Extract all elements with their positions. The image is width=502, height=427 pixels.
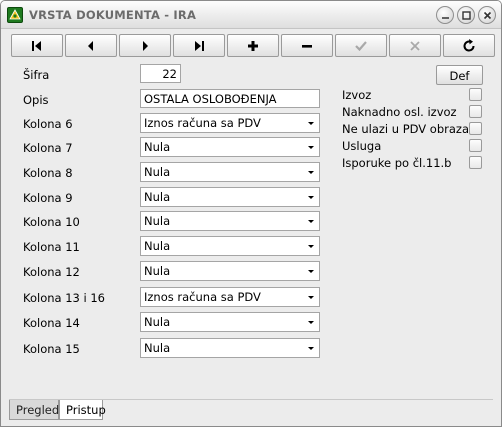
kolona-select[interactable]: Iznos računa sa PDV: [140, 287, 320, 307]
minus-icon: [302, 44, 312, 48]
chevron-down-icon[interactable]: [303, 313, 319, 331]
chevron-down-icon[interactable]: [303, 262, 319, 280]
izvoz-label: Izvoz: [342, 88, 372, 102]
opis-label: Opis: [23, 93, 49, 107]
kolona-label: Kolona 9: [23, 191, 73, 205]
kolona-label: Kolona 14: [23, 316, 80, 330]
kolona-label: Kolona 7: [23, 141, 73, 155]
delete-record-button[interactable]: [281, 34, 333, 57]
close-icon: [483, 11, 492, 20]
kolona-select[interactable]: Nula: [140, 312, 320, 332]
first-record-button[interactable]: [11, 34, 63, 57]
kolona-select-value: Nula: [144, 239, 171, 253]
minimize-icon: [442, 17, 449, 19]
tab-pregled[interactable]: Pregled: [9, 400, 59, 420]
cancel-button[interactable]: [389, 34, 441, 57]
naknadno-izvoz-label: Naknadno osl. izvoz: [342, 105, 457, 119]
navigation-toolbar: [11, 34, 495, 58]
refresh-button[interactable]: [443, 34, 495, 57]
kolona-select[interactable]: Nula: [140, 187, 320, 207]
sifra-label: Šifra: [23, 68, 50, 82]
sifra-input[interactable]: 22: [140, 64, 181, 83]
add-record-button[interactable]: [227, 34, 279, 57]
kolona-label: Kolona 15: [23, 342, 80, 356]
last-icon: [195, 40, 204, 51]
close-button[interactable]: [478, 6, 496, 24]
refresh-icon: [463, 38, 475, 52]
chevron-down-icon[interactable]: [303, 114, 319, 132]
previous-icon: [88, 40, 93, 51]
kolona-select[interactable]: Nula: [140, 162, 320, 182]
panel-divider: [9, 377, 493, 400]
kolona-select-value: Nula: [144, 140, 171, 154]
def-button[interactable]: Def: [436, 65, 483, 85]
kolona-select[interactable]: Nula: [140, 236, 320, 256]
x-icon: [410, 40, 420, 51]
chevron-down-icon[interactable]: [303, 288, 319, 306]
isporuke-label: Isporuke po čl.11.b: [342, 156, 452, 170]
kolona-select[interactable]: Nula: [140, 261, 320, 281]
window-title: VRSTA DOKUMENTA - IRA: [29, 8, 197, 22]
kolona-select[interactable]: Nula: [140, 137, 320, 157]
check-icon: [355, 40, 367, 51]
kolona-select-value: Nula: [144, 165, 171, 179]
izvoz-checkbox[interactable]: [469, 88, 482, 101]
usluga-checkbox[interactable]: [469, 139, 482, 152]
kolona-select-value: Nula: [144, 315, 171, 329]
next-icon: [143, 40, 148, 51]
kolona-select-value: Nula: [144, 264, 171, 278]
kolona-select[interactable]: Iznos računa sa PDV: [140, 113, 320, 133]
ne-ulazi-pdv-checkbox[interactable]: [469, 122, 482, 135]
kolona-select-value: Iznos računa sa PDV: [144, 290, 261, 304]
maximize-button[interactable]: [457, 6, 475, 24]
chevron-down-icon[interactable]: [303, 138, 319, 156]
maximize-icon: [462, 11, 471, 20]
title-bar[interactable]: VRSTA DOKUMENTA - IRA: [1, 1, 501, 29]
kolona-select[interactable]: Nula: [140, 338, 320, 358]
chevron-down-icon[interactable]: [303, 188, 319, 206]
isporuke-checkbox[interactable]: [469, 156, 482, 169]
chevron-down-icon[interactable]: [303, 237, 319, 255]
plus-icon: [248, 40, 258, 51]
opis-input[interactable]: OSTALA OSLOBOĐENJA: [140, 89, 320, 108]
kolona-select-value: Nula: [144, 341, 171, 355]
next-record-button[interactable]: [119, 34, 171, 57]
chevron-down-icon[interactable]: [303, 212, 319, 230]
app-logo-icon: [7, 7, 23, 23]
chevron-down-icon[interactable]: [303, 339, 319, 357]
kolona-select-value: Nula: [144, 214, 171, 228]
minimize-button[interactable]: [436, 6, 454, 24]
kolona-label: Kolona 8: [23, 166, 73, 180]
kolona-select-value: Nula: [144, 190, 171, 204]
previous-record-button[interactable]: [65, 34, 117, 57]
tab-pristup[interactable]: Pristup: [59, 400, 106, 420]
kolona-label: Kolona 13 i 16: [23, 291, 105, 305]
first-icon: [32, 40, 41, 51]
window: VRSTA DOKUMENTA - IRA Šifra 22 Opis OSTA…: [0, 0, 502, 427]
kolona-select[interactable]: Nula: [140, 211, 320, 231]
usluga-label: Usluga: [342, 139, 382, 153]
chevron-down-icon[interactable]: [303, 163, 319, 181]
last-record-button[interactable]: [173, 34, 225, 57]
kolona-label: Kolona 12: [23, 265, 80, 279]
kolona-label: Kolona 11: [23, 240, 80, 254]
naknadno-izvoz-checkbox[interactable]: [469, 105, 482, 118]
confirm-button[interactable]: [335, 34, 387, 57]
ne-ulazi-pdv-label: Ne ulazi u PDV obrazac: [342, 122, 476, 136]
kolona-select-value: Iznos računa sa PDV: [144, 116, 261, 130]
kolona-label: Kolona 10: [23, 215, 80, 229]
kolona-label: Kolona 6: [23, 117, 73, 131]
